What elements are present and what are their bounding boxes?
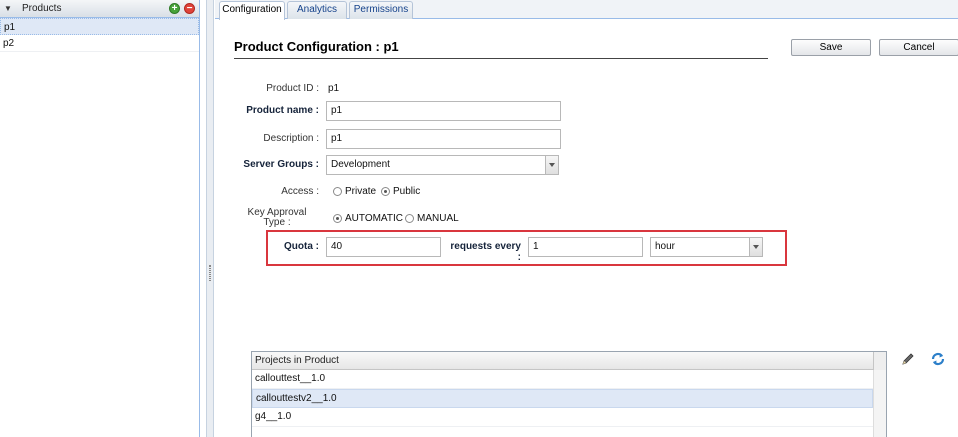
tab-analytics[interactable]: Analytics (287, 1, 347, 19)
product-name-label: Product name : (246, 105, 319, 116)
key-approval-manual-radio[interactable] (405, 214, 414, 223)
cancel-button[interactable]: Cancel (879, 39, 958, 56)
quota-field[interactable]: 40 (326, 237, 441, 257)
description-field[interactable]: p1 (326, 129, 561, 149)
product-list-item[interactable]: p1 (0, 18, 199, 35)
key-approval-automatic-label: AUTOMATIC (345, 213, 403, 224)
configuration-panel: Product Configuration : p1 Save Cancel P… (215, 19, 958, 437)
pencil-icon[interactable] (900, 351, 916, 367)
quota-unit-dropdown-icon[interactable] (749, 237, 763, 257)
key-approval-label: Key Approval Type : (235, 208, 319, 228)
tab-bar: Configuration Analytics Permissions (215, 0, 958, 20)
access-public-label: Public (393, 186, 421, 197)
table-row[interactable]: callouttest__1.0 (252, 370, 873, 389)
title-divider (234, 58, 768, 59)
products-panel-title: Products (22, 3, 62, 14)
table-row[interactable]: g4__1.0 (252, 408, 873, 427)
server-groups-select[interactable]: Development (326, 155, 546, 175)
quota-unit-select[interactable]: hour (650, 237, 750, 257)
splitter-grip-icon[interactable] (209, 265, 211, 281)
tab-permissions[interactable]: Permissions (349, 1, 413, 19)
key-approval-label-line2: Type : (263, 217, 291, 228)
quota-label: Quota : (284, 241, 319, 252)
server-groups-label: Server Groups : (243, 159, 319, 170)
key-approval-automatic-radio[interactable] (333, 214, 342, 223)
products-panel: ▼ Products + − p1 p2 (0, 0, 200, 437)
access-label: Access : (281, 186, 319, 197)
access-public-radio[interactable] (381, 187, 390, 196)
add-product-icon[interactable]: + (169, 3, 180, 14)
chevron-down-icon[interactable]: ▼ (4, 4, 16, 13)
product-id-label: Product ID : (266, 83, 319, 94)
requests-every-field[interactable]: 1 (528, 237, 643, 257)
key-approval-manual-label: MANUAL (417, 213, 459, 224)
projects-grid-header[interactable]: Projects in Product (252, 352, 886, 370)
product-id-value: p1 (328, 83, 340, 94)
grid-header-end (873, 352, 886, 370)
save-button[interactable]: Save (791, 39, 871, 56)
table-row[interactable]: callouttestv2__1.0 (252, 389, 873, 408)
product-name-field[interactable]: p1 (326, 101, 561, 121)
projects-grid: Projects in Product callouttest__1.0 cal… (251, 351, 887, 437)
description-label: Description : (263, 133, 319, 144)
grid-scrollbar[interactable] (873, 370, 886, 437)
refresh-icon[interactable] (930, 351, 946, 367)
products-panel-header: ▼ Products + − (0, 0, 199, 18)
server-groups-dropdown-icon[interactable] (545, 155, 559, 175)
page-title: Product Configuration : p1 (234, 39, 399, 54)
tab-configuration[interactable]: Configuration (219, 1, 285, 20)
access-private-radio[interactable] (333, 187, 342, 196)
requests-every-label: requests every : (450, 241, 521, 263)
panel-splitter[interactable] (206, 0, 214, 437)
access-private-label: Private (345, 186, 377, 197)
remove-product-icon[interactable]: − (184, 3, 195, 14)
product-list-item[interactable]: p2 (0, 35, 199, 52)
